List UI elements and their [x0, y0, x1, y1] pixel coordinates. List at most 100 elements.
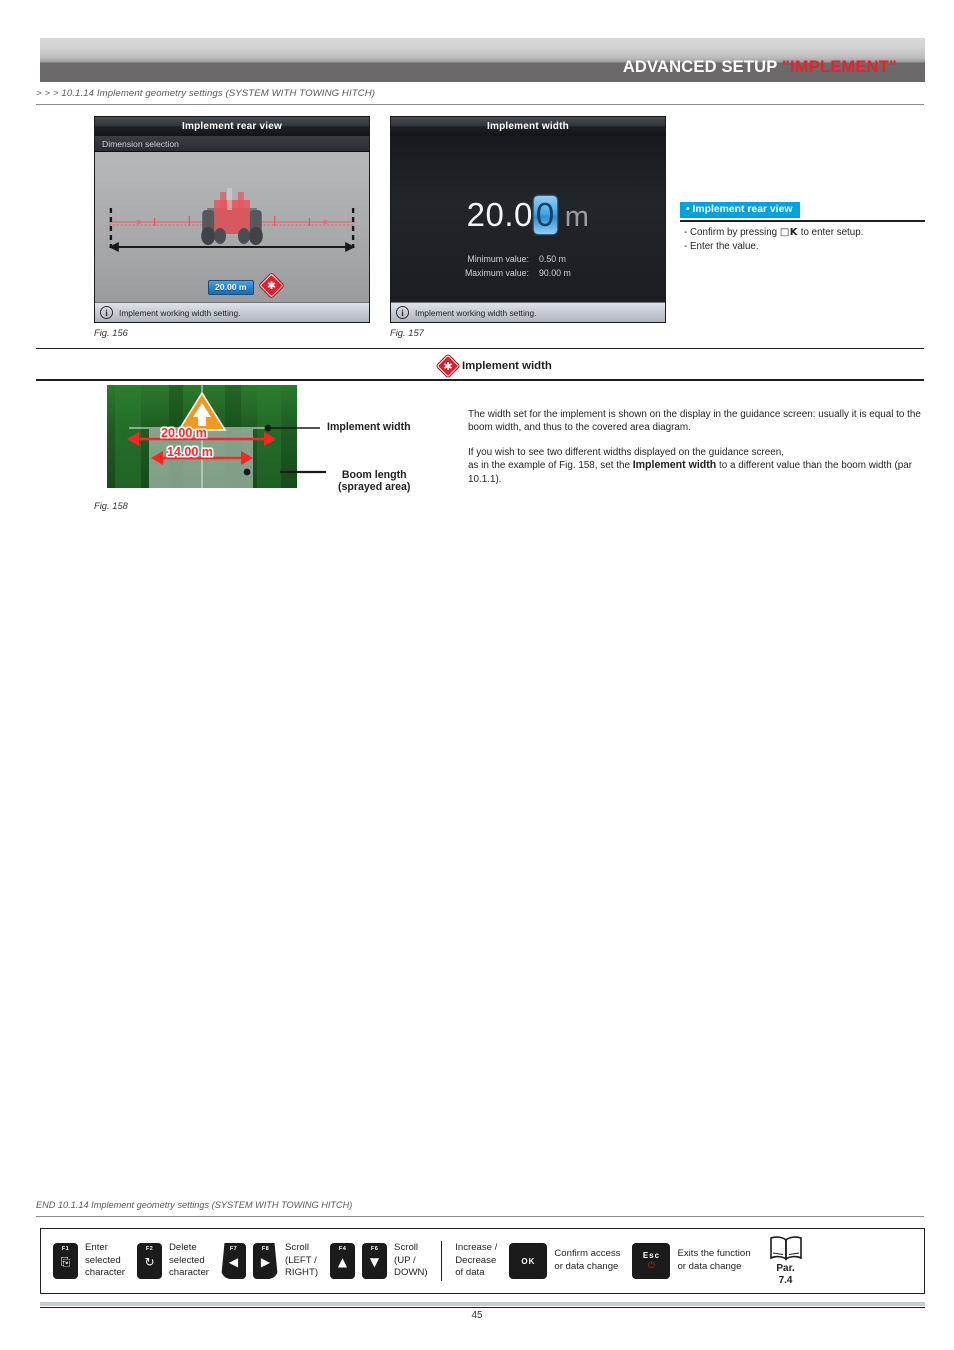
fig156-screen-body: 20.00 m ✱ i Implement working width sett…	[95, 152, 369, 322]
fig157-status-bar: i Implement working width setting.	[391, 302, 665, 322]
legend-item-enter-character: F1 ⎘ Enter selected character	[47, 1242, 131, 1280]
legend-text-scroll-left-right: Scroll (LEFT / RIGHT)	[285, 1242, 319, 1279]
legend-item-delete-character: F2 ↻ Delete selected character	[131, 1242, 215, 1280]
legend-item-paragraph-ref: Par. 7.4	[763, 1235, 809, 1287]
page-header: ADVANCED SETUP "IMPLEMENT"	[40, 38, 925, 82]
callout-boom-length: Boom length (sprayed area)	[338, 469, 410, 493]
legend-item-increase-decrease: Increase / Decrease of data	[449, 1242, 503, 1280]
instruction-line-2: - Enter the value.	[684, 241, 759, 252]
instruction-line-1-post: to enter setup.	[798, 227, 864, 238]
esc-key[interactable]: Esc ⏻	[632, 1243, 671, 1279]
instruction-lines: - Confirm by pressing □OKK to enter setu…	[684, 226, 934, 254]
breadcrumb-divider	[36, 104, 924, 105]
legend-item-exit: Esc ⏻ Exits the function or data change	[626, 1243, 756, 1279]
par-value: 7.4	[778, 1275, 793, 1286]
ok-key[interactable]: OK	[509, 1243, 548, 1279]
legend-item-scroll-up-down: F4 ▲ F6 ▼ Scroll (UP / DOWN)	[324, 1242, 434, 1280]
maximum-label: Maximum value:	[464, 268, 529, 278]
maximum-value: 90.00 m	[539, 268, 571, 278]
implement-width-value-canvas: 20.00 m Minimum value: 0.50 m Maximum val…	[391, 136, 665, 302]
fig156-caption: Fig. 156	[94, 327, 128, 338]
info-icon: i	[396, 306, 409, 319]
arrow-up-icon: ▲	[337, 1255, 348, 1269]
legend-text-enter-character: Enter selected character	[85, 1242, 125, 1279]
callout-leader-lines	[268, 427, 326, 474]
arrow-down-icon: ▼	[369, 1255, 380, 1269]
f6-key-label: F6	[370, 1246, 379, 1252]
fig157-device-screen: Implement width 20.00 m Minimum value: 0.…	[390, 116, 666, 323]
fig157-screen-body: 20.00 m Minimum value: 0.50 m Maximum val…	[391, 136, 665, 322]
end-note-divider	[36, 1216, 924, 1217]
body-p2-bold: Implement width	[632, 459, 717, 472]
par-label: Par.	[776, 1263, 795, 1274]
fig158-implement-width-label: 20.00 m	[161, 426, 207, 440]
open-book-icon	[769, 1235, 803, 1261]
callout-boom-length-line1: Boom length	[341, 469, 407, 481]
body-p2-pre: If you wish to see two different widths …	[468, 446, 785, 458]
f7-key[interactable]: F7 ◀	[221, 1243, 246, 1279]
page-title: ADVANCED SETUP "IMPLEMENT"	[623, 58, 925, 82]
implement-rear-view-canvas: 20.00 m ✱	[95, 152, 369, 302]
instruction-line-1: - Confirm by pressing □OKK to enter setu…	[684, 226, 934, 240]
implement-width-value[interactable]: 20.00 m	[391, 196, 665, 234]
fig157-screen-title: Implement width	[391, 117, 665, 136]
fig158-boom-length-label: 14.00 m	[167, 445, 213, 459]
fig156-dimension-value[interactable]: 20.00 m	[208, 280, 254, 295]
body-text: The width set for the implement is shown…	[468, 408, 924, 497]
arrow-right-icon: ▶	[260, 1255, 271, 1269]
section-heading-label: Implement width	[462, 360, 552, 372]
ok-key-glyph: □OKK	[779, 227, 799, 238]
minimum-label: Minimum value:	[467, 254, 529, 264]
footer-rule-light	[40, 1302, 925, 1306]
value-cursor-digit[interactable]: 0	[533, 196, 557, 234]
f8-key[interactable]: F8 ▶	[253, 1243, 278, 1279]
fig156-screen-subtitle: Dimension selection	[95, 136, 369, 152]
f6-key[interactable]: F6 ▼	[362, 1243, 388, 1279]
legend-text-confirm: Confirm access or data change	[554, 1248, 621, 1272]
circular-arrow-icon: ↻	[144, 1255, 155, 1269]
text-cursor-icon: ⎘	[60, 1255, 71, 1269]
section-divider-top	[36, 348, 924, 350]
minimum-value-row: Minimum value: 0.50 m	[391, 252, 665, 266]
paragraph-reference: Par. 7.4	[776, 1263, 794, 1287]
f4-key-label: F4	[338, 1246, 347, 1252]
manual-page: ADVANCED SETUP "IMPLEMENT" > > > 10.1.14…	[0, 0, 954, 1350]
value-limits: Minimum value: 0.50 m Maximum value: 90.…	[391, 252, 665, 280]
legend-item-confirm: OK Confirm access or data change	[503, 1243, 626, 1279]
page-number: 45	[471, 1310, 483, 1321]
f1-key[interactable]: F1 ⎘	[53, 1243, 78, 1279]
page-title-highlight: "IMPLEMENT"	[781, 58, 897, 76]
legend-text-scroll-up-down: Scroll (UP / DOWN)	[394, 1242, 428, 1279]
red-diamond-asterisk-icon: ✱	[436, 354, 460, 378]
value-digits: 20.0	[466, 196, 533, 233]
instruction-line-1-pre: - Confirm by pressing	[684, 227, 780, 238]
f7-key-label: F7	[229, 1246, 238, 1252]
arrow-left-icon: ◀	[228, 1255, 239, 1269]
footer-rule-dark	[40, 1307, 925, 1309]
f2-key[interactable]: F2 ↻	[137, 1243, 162, 1279]
esc-key-label: Esc	[642, 1251, 661, 1260]
instruction-divider	[680, 220, 925, 222]
callout-boom-length-line2: (sprayed area)	[338, 481, 411, 493]
body-paragraph-2: If you wish to see two different widths …	[468, 446, 924, 486]
fig158-caption: Fig. 158	[94, 500, 128, 511]
section-divider-bottom	[36, 379, 924, 381]
section-heading: ✱ Implement width	[436, 354, 552, 378]
fig157-status-text: Implement working width setting.	[415, 307, 537, 318]
f4-key[interactable]: F4 ▲	[330, 1243, 356, 1279]
fig156-screen-title: Implement rear view	[95, 117, 369, 136]
body-p2-mid: as in the example of Fig. 158, set the	[468, 460, 633, 472]
legend-divider-1	[440, 1241, 443, 1281]
ok-key-label: OK	[521, 1256, 536, 1266]
power-icon: ⏻	[647, 1261, 656, 1271]
fig157-caption: Fig. 157	[390, 327, 424, 338]
fig156-status-bar: i Implement working width setting.	[95, 302, 369, 322]
legend-item-scroll-left-right: F7 ◀ F8 ▶ Scroll (LEFT / RIGHT)	[215, 1242, 324, 1280]
info-icon: i	[100, 306, 113, 319]
breadcrumb: > > > 10.1.14 Implement geometry setting…	[36, 88, 376, 99]
f2-key-label: F2	[145, 1246, 154, 1252]
red-diamond-asterisk-icon: ✱	[259, 273, 284, 298]
legend-text-exit: Exits the function or data change	[677, 1248, 751, 1272]
maximum-value-row: Maximum value: 90.00 m	[391, 266, 665, 280]
f8-key-label: F8	[261, 1246, 270, 1252]
